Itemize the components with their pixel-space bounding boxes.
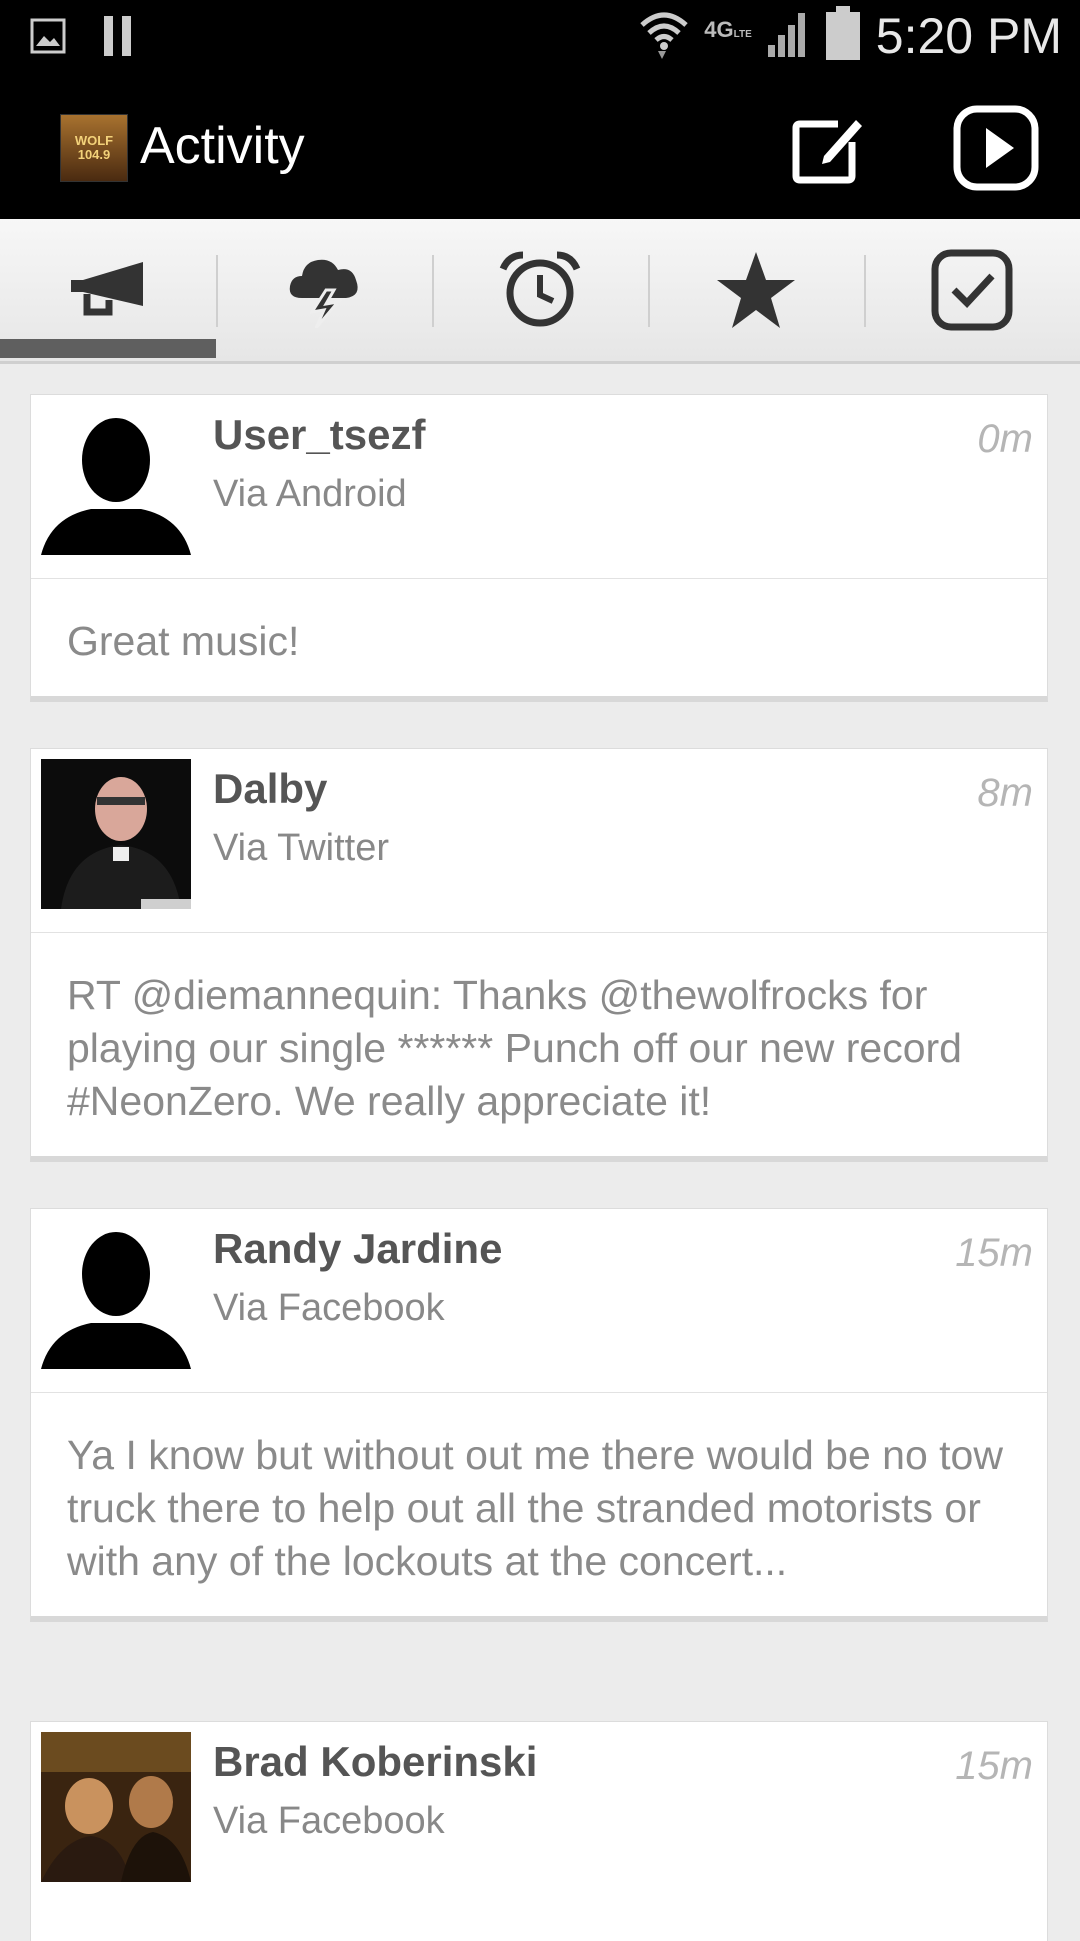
post-source: Via Facebook <box>213 1800 445 1842</box>
clock: 5:20 PM <box>875 8 1062 64</box>
compose-button[interactable] <box>790 112 866 188</box>
user-photo <box>41 759 191 909</box>
user-name[interactable]: Randy Jardine <box>213 1225 502 1273</box>
tab-checklist[interactable] <box>864 219 1080 361</box>
alarm-clock-icon <box>499 251 581 327</box>
storm-cloud-icon <box>289 259 358 328</box>
post-source: Via Android <box>213 473 407 515</box>
feed-card[interactable]: Randy Jardine Via Facebook 15m Ya I know… <box>30 1208 1048 1622</box>
tab-alarm[interactable] <box>432 219 648 361</box>
card-header: User_tsezf Via Android 0m <box>31 395 1047 579</box>
user-name[interactable]: Dalby <box>213 765 327 813</box>
checkbox-icon <box>931 249 1013 331</box>
tab-weather[interactable] <box>216 219 432 361</box>
network-sub-label: LTE <box>733 29 752 40</box>
avatar[interactable] <box>41 759 191 909</box>
image-icon <box>30 18 66 58</box>
post-message: Great music! <box>67 618 300 664</box>
status-bar: 4GLTE 5:20 PM <box>0 0 1080 72</box>
tab-favorites[interactable] <box>648 219 864 361</box>
user-name[interactable]: User_tsezf <box>213 411 425 459</box>
post-time: 8m <box>977 771 1033 815</box>
avatar[interactable] <box>41 1219 191 1369</box>
feed-card[interactable]: User_tsezf Via Android 0m Great music! <box>30 394 1048 702</box>
feed-card[interactable]: Brad Koberinski Via Facebook 15m <box>30 1721 1048 1941</box>
user-name[interactable]: Brad Koberinski <box>213 1738 537 1786</box>
post-message: RT @diemannequin: Thanks @thewolfrocks f… <box>67 972 962 1124</box>
page-title: Activity <box>140 117 305 175</box>
star-icon <box>717 252 795 328</box>
tab-strip <box>0 219 1080 364</box>
card-header: Dalby Via Twitter 8m <box>31 749 1047 933</box>
post-source: Via Facebook <box>213 1287 445 1329</box>
megaphone-icon <box>71 262 143 316</box>
network-label: 4G <box>704 17 734 42</box>
wifi-icon <box>638 7 690 65</box>
app-logo[interactable]: WOLF 104.9 <box>60 114 128 182</box>
avatar[interactable] <box>41 405 191 555</box>
post-time: 15m <box>955 1744 1033 1788</box>
play-icon <box>953 105 1039 191</box>
compose-icon <box>792 120 862 184</box>
user-silhouette-icon <box>41 418 191 555</box>
avatar[interactable] <box>41 1732 191 1882</box>
post-time: 15m <box>955 1231 1033 1275</box>
selected-tab-indicator <box>0 339 216 358</box>
app-logo-label: WOLF 104.9 <box>74 133 114 162</box>
network-type: 4GLTE <box>704 17 752 43</box>
post-source: Via Twitter <box>213 827 390 869</box>
post-time: 0m <box>977 417 1033 461</box>
card-header: Brad Koberinski Via Facebook 15m <box>31 1722 1047 1905</box>
user-photo <box>41 1732 191 1882</box>
card-header: Randy Jardine Via Facebook 15m <box>31 1209 1047 1393</box>
user-silhouette-icon <box>41 1232 191 1369</box>
pause-icon <box>102 16 134 60</box>
post-message: Ya I know but without out me there would… <box>67 1432 1003 1584</box>
play-button[interactable] <box>952 104 1040 192</box>
signal-icon <box>766 9 810 63</box>
battery-icon <box>824 6 862 66</box>
feed-card[interactable]: Dalby Via Twitter 8m RT @diemannequin: T… <box>30 748 1048 1162</box>
action-bar: WOLF 104.9 Activity <box>0 72 1080 219</box>
